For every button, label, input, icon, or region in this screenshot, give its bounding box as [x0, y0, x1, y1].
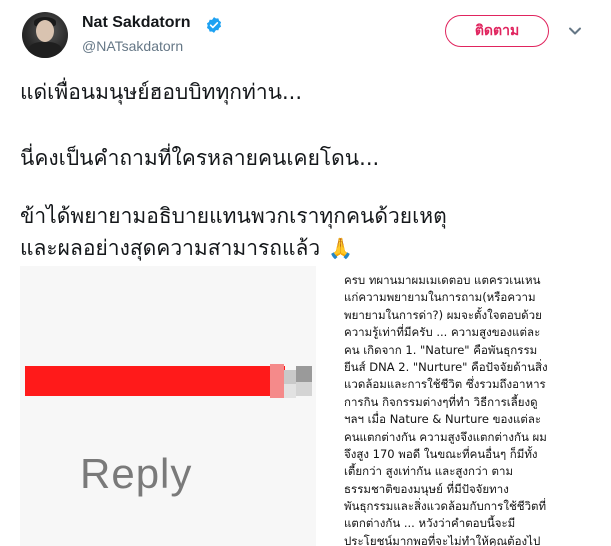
folded-hands-emoji: 🙏 — [328, 236, 354, 260]
display-name[interactable]: Nat Sakdatorn — [82, 14, 190, 32]
reply-text-line: ความรู้เท่าที่มีครับ ... ความสูงของแต่ละ — [344, 325, 541, 340]
reply-text-line: การกิน กิจกรรมต่างๆที่ทำ วิธีการเลี้ยงดู — [344, 394, 538, 409]
pixelated-redaction — [25, 366, 285, 396]
reply-text-block: ครบ ทผานมาผมเมเดตอบ แตครวเนเหน แก่ความพย… — [344, 272, 608, 546]
reply-text-line: แวดล้อมและการใช้ชีวิต ซึ่งรวมถึงอาหาร — [344, 377, 546, 392]
attached-image-right[interactable]: ครบ ทผานมาผมเมเดตอบ แตครวเนเหน แก่ความพย… — [320, 266, 610, 546]
chevron-down-icon[interactable] — [568, 26, 582, 36]
reply-text-line: แก่ความพยายามในการถาม(หรือความ — [344, 290, 536, 305]
follow-button[interactable]: ติดตาม — [445, 15, 549, 47]
reply-text-line: แตกต่างกัน ... หวังว่าคำตอบนี้จะมี — [344, 516, 516, 531]
pixel-block — [284, 384, 296, 398]
pixel-block — [270, 364, 284, 398]
pixel-block — [296, 382, 312, 396]
tweet-text-line-3: ข้าได้พยายามอธิบายแทนพวกเราทุกคนด้วยเหตุ — [20, 204, 447, 228]
reply-text-line: พันธุกรรมและสิ่งแวดล้อมกับการใช้ชีวิตที่ — [344, 499, 547, 514]
avatar-face — [36, 20, 54, 42]
reply-text-line: ธรรมชาติของมนุษย์ ที่มีปัจจัยทาง — [344, 481, 509, 496]
reply-text-line: จึงสูง 170 พอดี ในขณะที่คนอื่นๆ ก็มีทั้ง — [344, 446, 538, 461]
pixel-block — [296, 366, 312, 382]
reply-text-line: ประโยชน์มากพอที่จะไม่ทำให้คุณต้องไป — [344, 533, 541, 546]
reply-text-line: คน เกิดจาก 1. "Nature" คือพันธุกรรม — [344, 342, 538, 357]
verified-badge-icon — [206, 17, 222, 33]
user-handle[interactable]: @NATsakdatorn — [82, 38, 183, 54]
reply-text-line: เตี้ยกว่า สูงเท่ากัน และสูงกว่า ตาม — [344, 464, 514, 479]
tweet-text-line-4-text: และผลอย่างสุดความสามารถแล้ว — [20, 236, 321, 260]
reply-text-line: คนแตกต่างกัน ความสูงจึงแตกต่างกัน ผม — [344, 429, 547, 444]
reply-text-line: ยีนส์ DNA 2. "Nurture" คือปัจจัยด้านสิ่ง — [344, 359, 548, 374]
avatar-body — [28, 42, 62, 58]
tweet-text-line-4: และผลอย่างสุดความสามารถแล้ว 🙏 — [20, 232, 353, 265]
reply-text-line: พยายามในการด่า?) ผมจะตั้งใจตอบด้วย — [344, 307, 542, 322]
pixel-block — [284, 370, 296, 384]
reply-text-line: ครบ ทผานมาผมเมเดตอบ แตครวเนเหน — [344, 273, 541, 287]
attached-image-left[interactable]: Reply — [20, 266, 316, 546]
reply-caption: Reply — [80, 450, 193, 497]
reply-text-line: ฯลฯ เมื่อ Nature & Nurture ของแต่ละ — [344, 412, 542, 427]
tweet-text-line-1: แด่เพื่อนมนุษย์ฮอบบิททุกท่าน... — [20, 80, 303, 104]
avatar[interactable] — [22, 12, 68, 58]
tweet-text-line-2: นี่คงเป็นคำถามที่ใครหลายคนเคยโดน... — [20, 146, 380, 170]
